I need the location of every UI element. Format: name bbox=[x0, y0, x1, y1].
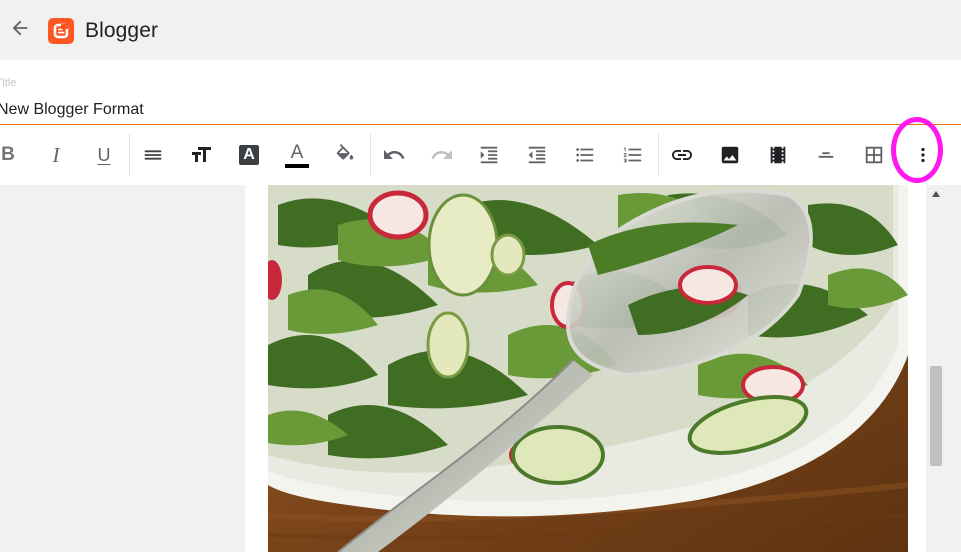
formatting-toolbar: B I U A A bbox=[0, 126, 961, 185]
editor-content-area bbox=[0, 185, 961, 552]
scroll-up-arrow[interactable] bbox=[930, 189, 942, 199]
left-margin bbox=[0, 185, 245, 552]
app-header: Blogger bbox=[0, 0, 961, 60]
toolbar-separator bbox=[129, 134, 130, 176]
paint-bucket-icon bbox=[336, 144, 354, 160]
italic-button[interactable]: I bbox=[36, 132, 76, 178]
underline-button[interactable]: U bbox=[84, 132, 124, 178]
insert-video-button[interactable] bbox=[758, 132, 798, 178]
italic-icon: I bbox=[52, 142, 60, 167]
text-color-button[interactable]: A bbox=[277, 132, 317, 178]
paragraph-format-button[interactable] bbox=[133, 132, 173, 178]
outdent-icon bbox=[528, 146, 546, 164]
text-background-button[interactable]: A bbox=[229, 132, 269, 178]
indent-icon bbox=[480, 146, 498, 164]
text-color-letter: A bbox=[290, 141, 304, 163]
insert-table-button[interactable] bbox=[854, 132, 894, 178]
insert-image-button[interactable] bbox=[710, 132, 750, 178]
text-background-icon: A bbox=[239, 145, 259, 165]
salad-image bbox=[268, 185, 908, 552]
text-color-bar bbox=[285, 163, 309, 168]
numbered-list-icon bbox=[623, 147, 642, 163]
more-options-button[interactable] bbox=[903, 132, 943, 178]
bold-button[interactable]: B bbox=[0, 132, 28, 178]
undo-icon bbox=[384, 150, 405, 159]
image-icon bbox=[721, 146, 739, 164]
text-background-letter: A bbox=[243, 146, 255, 163]
app-title: Blogger bbox=[85, 19, 159, 42]
arrow-back-icon bbox=[12, 20, 28, 36]
title-label: Title bbox=[0, 77, 17, 89]
indent-button[interactable] bbox=[469, 132, 509, 178]
post-title-field: Title bbox=[0, 60, 961, 125]
toolbar-separator bbox=[658, 134, 659, 176]
video-icon bbox=[770, 146, 786, 164]
font-size-icon bbox=[192, 147, 211, 162]
bulleted-list-icon bbox=[576, 148, 594, 162]
salad-photo[interactable] bbox=[268, 185, 908, 552]
post-title-input[interactable] bbox=[0, 98, 957, 122]
paragraph-format-icon bbox=[144, 150, 162, 160]
blogger-logo-icon bbox=[48, 18, 74, 44]
align-icon bbox=[818, 152, 834, 158]
align-button[interactable] bbox=[806, 132, 846, 178]
text-color-icon: A bbox=[285, 141, 309, 168]
toolbar-separator bbox=[370, 134, 371, 176]
numbered-list-button[interactable] bbox=[613, 132, 653, 178]
bulleted-list-button[interactable] bbox=[565, 132, 605, 178]
outdent-button[interactable] bbox=[517, 132, 557, 178]
more-vert-icon bbox=[921, 147, 925, 163]
font-size-button[interactable] bbox=[181, 132, 221, 178]
redo-button[interactable] bbox=[422, 132, 462, 178]
link-button[interactable] bbox=[662, 132, 702, 178]
bold-icon: B bbox=[1, 144, 15, 165]
back-button[interactable] bbox=[6, 14, 34, 42]
scrollbar-thumb[interactable] bbox=[930, 366, 942, 466]
link-icon bbox=[672, 150, 692, 160]
fill-color-button[interactable] bbox=[325, 132, 365, 178]
undo-button[interactable] bbox=[374, 132, 414, 178]
underline-icon: U bbox=[97, 144, 111, 165]
table-icon bbox=[865, 146, 883, 164]
triangle-up-icon bbox=[932, 191, 940, 197]
redo-icon bbox=[431, 150, 452, 159]
